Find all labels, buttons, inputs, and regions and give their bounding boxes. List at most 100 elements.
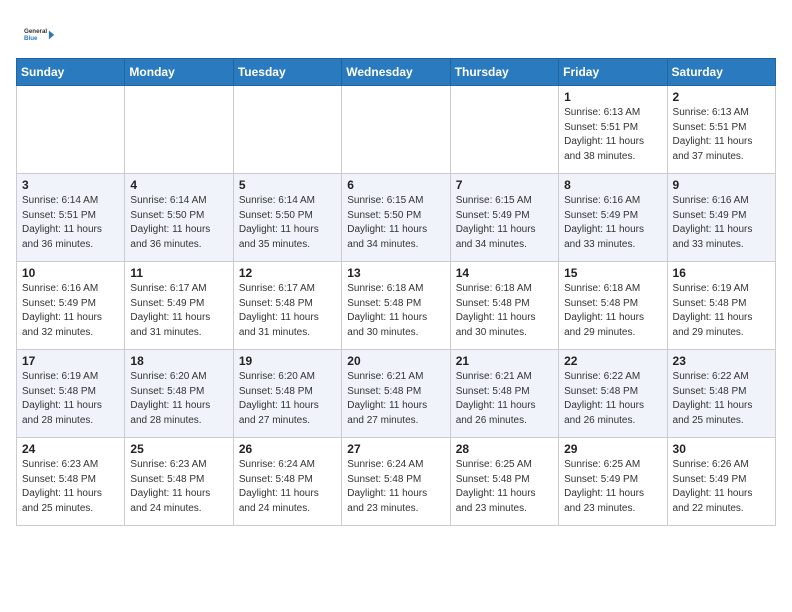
day-number: 12 (239, 266, 336, 280)
weekday-header-tuesday: Tuesday (233, 59, 341, 86)
svg-text:Blue: Blue (24, 35, 38, 42)
day-number: 4 (130, 178, 227, 192)
day-number: 26 (239, 442, 336, 456)
day-number: 20 (347, 354, 444, 368)
calendar-cell: 28 Sunrise: 6:25 AMSunset: 5:48 PMDayligh… (450, 438, 558, 526)
day-info: Sunrise: 6:13 AMSunset: 5:51 PMDaylight:… (564, 106, 661, 164)
day-number: 13 (347, 266, 444, 280)
day-info: Sunrise: 6:15 AMSunset: 5:49 PMDaylight:… (456, 194, 553, 252)
day-info: Sunrise: 6:22 AMSunset: 5:48 PMDaylight:… (673, 370, 770, 428)
day-number: 25 (130, 442, 227, 456)
day-info: Sunrise: 6:16 AMSunset: 5:49 PMDaylight:… (564, 194, 661, 252)
day-info: Sunrise: 6:22 AMSunset: 5:48 PMDaylight:… (564, 370, 661, 428)
day-info: Sunrise: 6:16 AMSunset: 5:49 PMDaylight:… (22, 282, 119, 340)
day-info: Sunrise: 6:14 AMSunset: 5:51 PMDaylight:… (22, 194, 119, 252)
weekday-header-thursday: Thursday (450, 59, 558, 86)
day-info: Sunrise: 6:20 AMSunset: 5:48 PMDaylight:… (239, 370, 336, 428)
day-number: 27 (347, 442, 444, 456)
header: GeneralBlue (0, 0, 792, 58)
day-number: 29 (564, 442, 661, 456)
day-number: 28 (456, 442, 553, 456)
calendar-cell: 10 Sunrise: 6:16 AMSunset: 5:49 PMDayligh… (17, 262, 125, 350)
day-number: 15 (564, 266, 661, 280)
calendar-week-row: 10 Sunrise: 6:16 AMSunset: 5:49 PMDayligh… (17, 262, 776, 350)
calendar-cell: 8Sunrise: 6:16 AMSunset: 5:49 PMDaylight… (559, 174, 667, 262)
calendar-cell: 23Sunrise: 6:22 AMSunset: 5:48 PMDayligh… (667, 350, 775, 438)
calendar-week-row: 24 Sunrise: 6:23 AMSunset: 5:48 PMDayligh… (17, 438, 776, 526)
calendar-cell: 12 Sunrise: 6:17 AMSunset: 5:48 PMDayligh… (233, 262, 341, 350)
day-number: 2 (673, 90, 770, 104)
calendar-cell: 21 Sunrise: 6:21 AMSunset: 5:48 PMDayligh… (450, 350, 558, 438)
calendar-cell: 14 Sunrise: 6:18 AMSunset: 5:48 PMDayligh… (450, 262, 558, 350)
weekday-header-sunday: Sunday (17, 59, 125, 86)
calendar-cell: 26 Sunrise: 6:24 AMSunset: 5:48 PMDayligh… (233, 438, 341, 526)
day-number: 3 (22, 178, 119, 192)
calendar-cell: 27 Sunrise: 6:24 AMSunset: 5:48 PMDayligh… (342, 438, 450, 526)
calendar-week-row: 3 Sunrise: 6:14 AMSunset: 5:51 PMDaylight… (17, 174, 776, 262)
svg-text:General: General (24, 28, 47, 35)
day-info: Sunrise: 6:16 AMSunset: 5:49 PMDaylight:… (673, 194, 770, 252)
logo: GeneralBlue (24, 18, 60, 50)
calendar-week-row: 1Sunrise: 6:13 AMSunset: 5:51 PMDaylight… (17, 86, 776, 174)
calendar-cell: 25 Sunrise: 6:23 AMSunset: 5:48 PMDayligh… (125, 438, 233, 526)
calendar-cell: 18 Sunrise: 6:20 AMSunset: 5:48 PMDayligh… (125, 350, 233, 438)
day-info: Sunrise: 6:26 AMSunset: 5:49 PMDaylight:… (673, 458, 770, 516)
calendar-table: SundayMondayTuesdayWednesdayThursdayFrid… (16, 58, 776, 526)
calendar-cell (450, 86, 558, 174)
day-number: 9 (673, 178, 770, 192)
weekday-header-row: SundayMondayTuesdayWednesdayThursdayFrid… (17, 59, 776, 86)
day-info: Sunrise: 6:23 AMSunset: 5:48 PMDaylight:… (130, 458, 227, 516)
calendar-cell: 24 Sunrise: 6:23 AMSunset: 5:48 PMDayligh… (17, 438, 125, 526)
day-info: Sunrise: 6:19 AMSunset: 5:48 PMDaylight:… (673, 282, 770, 340)
day-number: 14 (456, 266, 553, 280)
calendar-cell: 17 Sunrise: 6:19 AMSunset: 5:48 PMDayligh… (17, 350, 125, 438)
page: GeneralBlue SundayMondayTuesdayWednesday… (0, 0, 792, 542)
calendar-cell: 7Sunrise: 6:15 AMSunset: 5:49 PMDaylight… (450, 174, 558, 262)
day-number: 17 (22, 354, 119, 368)
day-number: 19 (239, 354, 336, 368)
day-info: Sunrise: 6:21 AMSunset: 5:48 PMDaylight:… (456, 370, 553, 428)
calendar-cell: 29 Sunrise: 6:25 AMSunset: 5:49 PMDayligh… (559, 438, 667, 526)
day-info: Sunrise: 6:20 AMSunset: 5:48 PMDaylight:… (130, 370, 227, 428)
calendar-cell: 20Sunrise: 6:21 AMSunset: 5:48 PMDayligh… (342, 350, 450, 438)
day-info: Sunrise: 6:25 AMSunset: 5:49 PMDaylight:… (564, 458, 661, 516)
calendar-cell: 3 Sunrise: 6:14 AMSunset: 5:51 PMDaylight… (17, 174, 125, 262)
day-info: Sunrise: 6:14 AMSunset: 5:50 PMDaylight:… (130, 194, 227, 252)
calendar-wrap: SundayMondayTuesdayWednesdayThursdayFrid… (0, 58, 792, 542)
day-info: Sunrise: 6:18 AMSunset: 5:48 PMDaylight:… (347, 282, 444, 340)
day-info: Sunrise: 6:15 AMSunset: 5:50 PMDaylight:… (347, 194, 444, 252)
day-info: Sunrise: 6:19 AMSunset: 5:48 PMDaylight:… (22, 370, 119, 428)
day-info: Sunrise: 6:17 AMSunset: 5:48 PMDaylight:… (239, 282, 336, 340)
calendar-cell (125, 86, 233, 174)
calendar-cell: 9 Sunrise: 6:16 AMSunset: 5:49 PMDaylight… (667, 174, 775, 262)
day-info: Sunrise: 6:24 AMSunset: 5:48 PMDaylight:… (347, 458, 444, 516)
day-info: Sunrise: 6:17 AMSunset: 5:49 PMDaylight:… (130, 282, 227, 340)
calendar-cell: 2Sunrise: 6:13 AMSunset: 5:51 PMDaylight… (667, 86, 775, 174)
day-info: Sunrise: 6:18 AMSunset: 5:48 PMDaylight:… (456, 282, 553, 340)
day-number: 6 (347, 178, 444, 192)
calendar-cell: 4 Sunrise: 6:14 AMSunset: 5:50 PMDaylight… (125, 174, 233, 262)
calendar-cell: 19 Sunrise: 6:20 AMSunset: 5:48 PMDayligh… (233, 350, 341, 438)
calendar-cell: 30Sunrise: 6:26 AMSunset: 5:49 PMDayligh… (667, 438, 775, 526)
calendar-cell: 5Sunrise: 6:14 AMSunset: 5:50 PMDaylight… (233, 174, 341, 262)
calendar-cell (233, 86, 341, 174)
calendar-cell: 13 Sunrise: 6:18 AMSunset: 5:48 PMDayligh… (342, 262, 450, 350)
calendar-cell: 11 Sunrise: 6:17 AMSunset: 5:49 PMDayligh… (125, 262, 233, 350)
weekday-header-saturday: Saturday (667, 59, 775, 86)
weekday-header-friday: Friday (559, 59, 667, 86)
day-number: 22 (564, 354, 661, 368)
weekday-header-monday: Monday (125, 59, 233, 86)
day-number: 10 (22, 266, 119, 280)
day-info: Sunrise: 6:23 AMSunset: 5:48 PMDaylight:… (22, 458, 119, 516)
day-number: 18 (130, 354, 227, 368)
day-number: 5 (239, 178, 336, 192)
calendar-cell: 15Sunrise: 6:18 AMSunset: 5:48 PMDayligh… (559, 262, 667, 350)
day-number: 16 (673, 266, 770, 280)
day-info: Sunrise: 6:24 AMSunset: 5:48 PMDaylight:… (239, 458, 336, 516)
day-info: Sunrise: 6:25 AMSunset: 5:48 PMDaylight:… (456, 458, 553, 516)
day-number: 24 (22, 442, 119, 456)
weekday-header-wednesday: Wednesday (342, 59, 450, 86)
day-number: 11 (130, 266, 227, 280)
calendar-cell: 1Sunrise: 6:13 AMSunset: 5:51 PMDaylight… (559, 86, 667, 174)
day-number: 21 (456, 354, 553, 368)
